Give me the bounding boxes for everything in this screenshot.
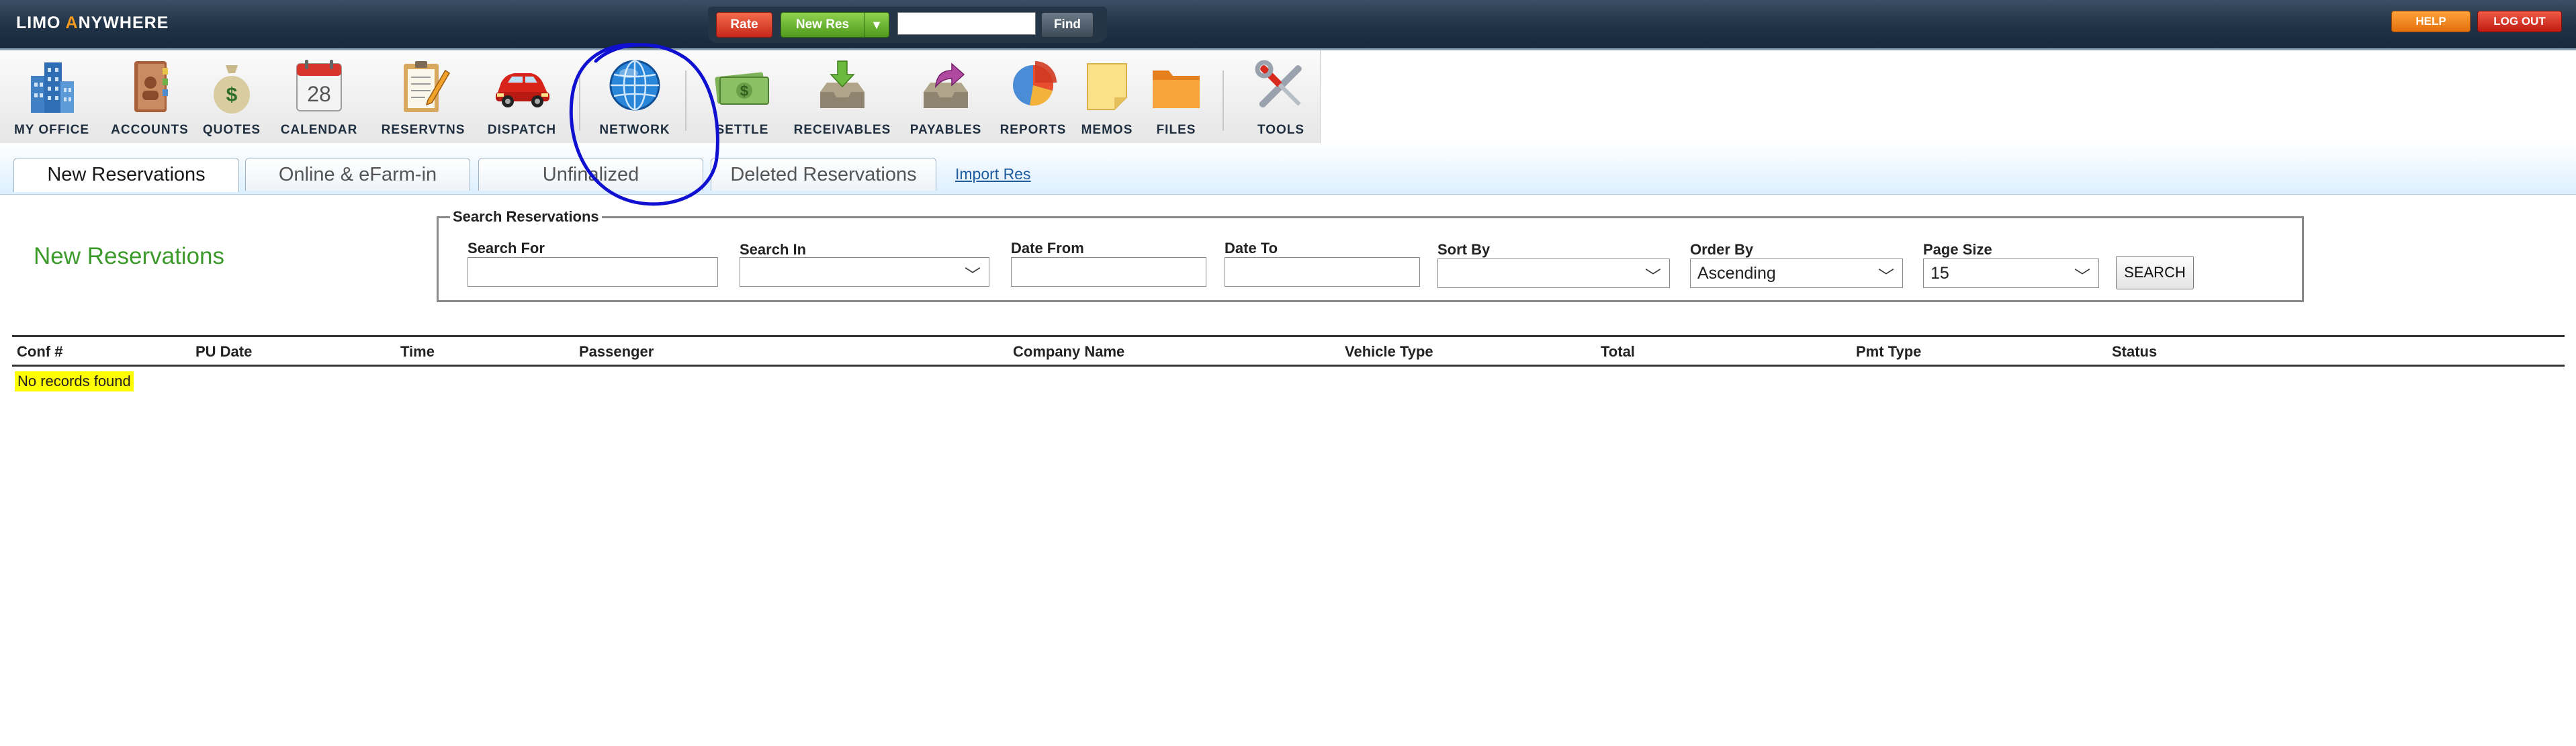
clipboard-pencil-icon [404,61,451,112]
toolbar-label: DISPATCH [487,123,557,137]
top-header-bar [0,0,2576,50]
svg-text:$: $ [226,84,238,106]
red-car-icon [496,73,549,107]
column-header-pmt-type[interactable]: Pmt Type [1856,343,1921,361]
toolbar-label: RECEIVABLES [793,123,891,137]
page-size-label: Page Size [1923,241,1992,258]
chevron-down-icon: ﹀ [1878,268,1894,286]
toolbar-item-dispatch[interactable]: DISPATCH [472,56,572,139]
chevron-down-icon: ﹀ [965,267,981,285]
svg-text:$: $ [740,83,748,99]
date-from-input[interactable] [1011,257,1206,287]
column-header-vehicle-type[interactable]: Vehicle Type [1345,343,1433,361]
outbox-arrow-icon [924,62,968,108]
column-header-passenger[interactable]: Passenger [579,343,654,361]
find-input[interactable] [897,12,1036,35]
rate-button[interactable]: Rate [716,12,772,38]
toolbar-label: RESERVTNS [381,123,465,137]
toolbar-label: TOOLS [1257,123,1305,137]
toolbar-item-quotes[interactable]: $ QUOTES [181,56,282,139]
limo-anywhere-logo[interactable]: LIMO ANYWHERE [16,13,169,33]
inbox-arrow-icon [820,60,864,108]
help-button[interactable]: HELP [2391,11,2471,32]
search-button[interactable]: SEARCH [2116,256,2194,289]
logout-button[interactable]: LOG OUT [2477,11,2562,32]
annotation-circle [569,43,719,206]
office-building-icon [31,62,74,113]
chevron-down-icon: ﹀ [1645,268,1661,286]
column-header-status[interactable]: Status [2112,343,2157,361]
search-in-label: Search In [740,241,807,258]
toolbar-item-reservations[interactable]: RESERVTNS [373,56,474,139]
chevron-down-icon: ▼ [871,18,883,32]
sort-by-label: Sort By [1437,241,1491,258]
date-to-label: Date To [1225,240,1278,257]
calendar-day: 28 [307,82,331,106]
search-for-label: Search For [468,240,545,257]
tab-online-efarm-in[interactable]: Online & eFarm-in [245,158,470,191]
order-by-select[interactable]: Ascending ﹀ [1690,259,1903,288]
table-header-border [12,365,2565,367]
money-bag-icon: $ [214,65,250,113]
folder-icon [1153,71,1200,108]
wrench-screwdriver-icon [1255,60,1302,108]
column-header-total[interactable]: Total [1601,343,1635,361]
logo-text: LIMO [16,13,66,32]
toolbar-item-calendar[interactable]: 28 CALENDAR [269,56,369,139]
page-title: New Reservations [34,243,224,269]
order-by-label: Order By [1690,241,1754,258]
toolbar-item-files[interactable]: FILES [1126,56,1227,139]
toolbar-item-payables[interactable]: PAYABLES [895,56,996,139]
search-for-input[interactable] [468,257,718,287]
logo-text-rest: NYWHERE [78,13,169,32]
calendar-icon: 28 [296,60,342,111]
tab-new-reservations[interactable]: New Reservations [13,158,239,192]
search-in-select[interactable]: ﹀ [740,257,989,287]
sort-by-select[interactable]: ﹀ [1437,259,1670,288]
toolbar-item-tools[interactable]: TOOLS [1231,56,1331,139]
toolbar-label: FILES [1156,123,1196,137]
page-size-select[interactable]: 15 ﹀ [1923,259,2099,288]
import-res-link[interactable]: Import Res [955,165,1030,183]
chevron-down-icon: ﹀ [2074,268,2090,286]
toolbar-label: QUOTES [202,123,261,137]
pie-chart-icon [1013,61,1057,106]
logo-text-accent: A [65,13,79,32]
column-header-company-name[interactable]: Company Name [1013,343,1124,361]
toolbar-item-my-office[interactable]: MY OFFICE [1,56,102,139]
toolbar-label: PAYABLES [909,123,982,137]
tab-deleted-reservations[interactable]: Deleted Reservations [711,158,936,191]
page-size-value: 15 [1930,264,1949,283]
toolbar-label: CALENDAR [280,123,358,137]
column-header-conf[interactable]: Conf # [17,343,62,361]
order-by-value: Ascending [1697,264,1776,283]
new-res-button[interactable]: New Res [781,12,864,38]
new-res-dropdown-button[interactable]: ▼ [864,12,889,38]
toolbar-divider [1223,71,1224,131]
column-header-time[interactable]: Time [400,343,435,361]
date-to-input[interactable] [1225,257,1420,287]
address-book-icon [134,61,168,112]
column-header-pu-date[interactable]: PU Date [195,343,252,361]
find-button[interactable]: Find [1041,12,1094,38]
no-records-message: No records found [15,371,134,391]
date-from-label: Date From [1011,240,1084,257]
toolbar-label: MY OFFICE [13,123,90,137]
table-top-border [12,335,2565,337]
toolbar-item-receivables[interactable]: RECEIVABLES [792,56,893,139]
